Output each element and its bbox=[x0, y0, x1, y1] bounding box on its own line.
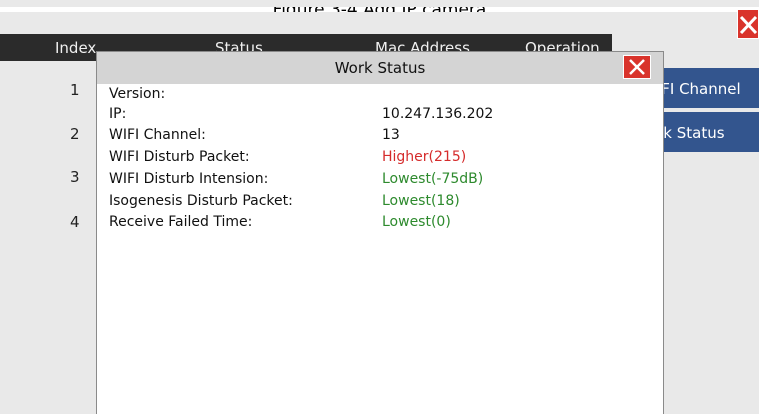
dialog-close-button[interactable] bbox=[623, 55, 651, 79]
window-close-button[interactable] bbox=[737, 9, 759, 39]
status-row-isogenesis-disturb-packet: Isogenesis Disturb Packet: Lowest(18) bbox=[109, 193, 649, 213]
status-label: Isogenesis Disturb Packet: bbox=[109, 193, 293, 209]
work-status-dialog: Work Status Version: IP: 10.247.136.202 … bbox=[96, 51, 664, 414]
status-value: 10.247.136.202 bbox=[382, 106, 494, 122]
status-label: WIFI Disturb Intension: bbox=[109, 171, 269, 187]
table-row-index: 2 bbox=[70, 125, 80, 143]
header-index: Index bbox=[55, 39, 97, 57]
close-icon bbox=[739, 16, 758, 34]
table-row-index: 3 bbox=[70, 168, 80, 186]
status-value: Lowest(-75dB) bbox=[382, 171, 484, 187]
index-column: 1 2 3 4 bbox=[0, 61, 96, 414]
status-row-ip: IP: 10.247.136.202 bbox=[109, 106, 649, 126]
status-row-receive-failed-time: Receive Failed Time: Lowest(0) bbox=[109, 214, 649, 234]
status-value: Lowest(18) bbox=[382, 193, 460, 209]
close-icon bbox=[629, 59, 645, 75]
status-label: WIFI Channel: bbox=[109, 127, 206, 143]
status-row-version: Version: bbox=[109, 86, 649, 106]
work-status-button[interactable]: Work Status bbox=[650, 112, 759, 152]
status-value: Lowest(0) bbox=[382, 214, 451, 230]
wifi-channel-button[interactable]: WIFI Channel bbox=[650, 68, 759, 108]
status-value: 13 bbox=[382, 127, 400, 143]
status-row-wifi-disturb-packet: WIFI Disturb Packet: Higher(215) bbox=[109, 149, 649, 169]
status-row-wifi-channel: WIFI Channel: 13 bbox=[109, 127, 649, 147]
status-label: Version: bbox=[109, 86, 166, 102]
status-label: WIFI Disturb Packet: bbox=[109, 149, 250, 165]
status-label: IP: bbox=[109, 106, 127, 122]
table-row-index: 1 bbox=[70, 81, 80, 99]
status-value: Higher(215) bbox=[382, 149, 467, 165]
status-label: Receive Failed Time: bbox=[109, 214, 253, 230]
dialog-title: Work Status bbox=[97, 52, 663, 84]
status-row-wifi-disturb-intension: WIFI Disturb Intension: Lowest(-75dB) bbox=[109, 171, 649, 191]
table-row-index: 4 bbox=[70, 213, 80, 231]
